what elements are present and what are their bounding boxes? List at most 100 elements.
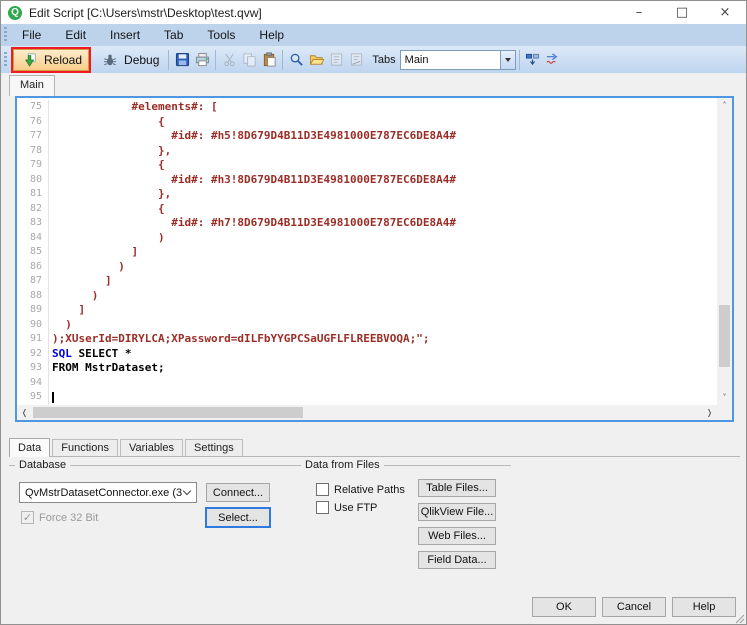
line-number: 80 (17, 173, 49, 188)
code-segment: #id#: #h3!8D679D4B11D3E4981000E787EC6DE8… (52, 173, 456, 186)
help-button-label: Help (693, 601, 716, 613)
code-line: 82 { (17, 202, 717, 217)
code-line: 85 ] (17, 245, 717, 260)
open-file-icon[interactable] (306, 50, 326, 70)
connect-button[interactable]: Connect... (206, 483, 270, 502)
copy-icon (239, 50, 259, 70)
code-text: { (49, 115, 165, 130)
connector-combobox[interactable]: QvMstrDatasetConnector.exe (3 (19, 482, 197, 503)
close-button[interactable]: × (718, 5, 732, 20)
tab-functions[interactable]: Functions (52, 439, 118, 456)
menu-insert[interactable]: Insert (98, 25, 152, 45)
maximize-button[interactable]: □ (675, 5, 689, 20)
file-buttons-column: Table Files... QlikView File... Web Files.… (418, 479, 496, 569)
code-line: 89 ] (17, 303, 717, 318)
code-segment: { (52, 202, 165, 215)
cancel-button-label: Cancel (617, 601, 651, 613)
line-number: 94 (17, 376, 49, 391)
help-button[interactable]: Help (672, 597, 736, 617)
tab-selector-combobox[interactable]: Main (400, 50, 516, 70)
debug-button[interactable]: Debug (94, 49, 165, 71)
uncomment-icon (346, 50, 366, 70)
horizontal-scrollbar[interactable]: ❬ ❭ (17, 405, 717, 420)
code-line: 94 (17, 376, 717, 391)
tab-settings[interactable]: Settings (185, 439, 243, 456)
menu-file[interactable]: File (10, 25, 53, 45)
footer-buttons: OK Cancel Help (532, 597, 736, 617)
code-line: 92SQL SELECT * (17, 347, 717, 362)
select-button-label: Select... (218, 512, 258, 524)
move-tab-icon[interactable] (543, 50, 563, 70)
force-32-bit-checkbox: ✓ Force 32 Bit (21, 511, 98, 524)
web-files-button[interactable]: Web Files... (418, 527, 496, 545)
line-number: 91 (17, 332, 49, 347)
insert-tab-icon[interactable] (523, 50, 543, 70)
find-icon[interactable] (286, 50, 306, 70)
line-number: 78 (17, 144, 49, 159)
vertical-scroll-thumb[interactable] (719, 305, 730, 367)
code-segment: ] (52, 303, 85, 316)
menu-help[interactable]: Help (247, 25, 296, 45)
menu-tools[interactable]: Tools (195, 25, 247, 45)
code-line: 91);XUserId=DIRYLCA;XPassword=dILFbYYGPC… (17, 332, 717, 347)
line-number: 82 (17, 202, 49, 217)
script-editor[interactable]: 75 #elements#: [76 {77 #id#: #h5!8D679D4… (15, 96, 734, 422)
scroll-down-icon[interactable]: ˅ (717, 390, 732, 405)
line-number: 89 (17, 303, 49, 318)
code-segment: #elements#: [ (52, 100, 218, 113)
table-files-button[interactable]: Table Files... (418, 479, 496, 497)
line-number: 87 (17, 274, 49, 289)
code-text: }, (49, 144, 171, 159)
code-text: FROM MstrDataset; (49, 361, 165, 376)
code-segment: #id#: #h5!8D679D4B11D3E4981000E787EC6DE8… (52, 129, 456, 142)
menu-tab[interactable]: Tab (152, 25, 195, 45)
toolbar: Reload Debug (1, 46, 746, 73)
tab-data[interactable]: Data (9, 438, 50, 457)
paste-icon[interactable] (259, 50, 279, 70)
toolbar-separator (215, 50, 216, 70)
bottom-tab-strip: DataFunctionsVariablesSettings (9, 438, 740, 457)
print-icon[interactable] (192, 50, 212, 70)
ok-button-label: OK (556, 601, 572, 613)
qlikview-logo-icon: Q (8, 6, 22, 20)
code-line: 87 ] (17, 274, 717, 289)
save-icon[interactable] (172, 50, 192, 70)
ok-button[interactable]: OK (532, 597, 596, 617)
code-segment: ) (52, 318, 72, 331)
code-area[interactable]: 75 #elements#: [76 {77 #id#: #h5!8D679D4… (17, 98, 717, 405)
menubar-grip-handle[interactable] (4, 27, 7, 43)
scroll-up-icon[interactable]: ˄ (717, 98, 732, 113)
combobox-dropdown-button[interactable] (500, 51, 515, 69)
vertical-scrollbar[interactable]: ˄ ˅ (717, 98, 732, 405)
select-button[interactable]: Select... (205, 507, 271, 528)
cancel-button[interactable]: Cancel (602, 597, 666, 617)
scroll-right-icon[interactable]: ❭ (702, 405, 717, 420)
code-segment: }, (52, 187, 171, 200)
field-data-button[interactable]: Field Data... (418, 551, 496, 569)
line-number: 95 (17, 390, 49, 405)
reload-button[interactable]: Reload (13, 49, 89, 71)
code-line: 77 #id#: #h5!8D679D4B11D3E4981000E787EC6… (17, 129, 717, 144)
tab-variables[interactable]: Variables (120, 439, 183, 456)
qlikview-file-button[interactable]: QlikView File... (418, 503, 496, 521)
scroll-left-icon[interactable]: ❬ (17, 405, 32, 420)
debug-label: Debug (124, 53, 159, 67)
line-number: 81 (17, 187, 49, 202)
tabs-label: Tabs (372, 54, 395, 66)
line-number: 76 (17, 115, 49, 130)
minimize-button[interactable]: – (632, 5, 646, 20)
resize-grip-handle[interactable] (733, 611, 745, 623)
toolbar-grip-handle[interactable] (4, 52, 7, 68)
menu-edit[interactable]: Edit (53, 25, 98, 45)
code-line: 76 { (17, 115, 717, 130)
relative-paths-checkbox[interactable]: Relative Paths (316, 483, 405, 496)
use-ftp-checkbox[interactable]: Use FTP (316, 501, 377, 514)
code-text: #id#: #h3!8D679D4B11D3E4981000E787EC6DE8… (49, 173, 456, 188)
script-tab-main[interactable]: Main (9, 75, 55, 96)
horizontal-scroll-thumb[interactable] (33, 407, 303, 418)
code-segment: SELECT * (72, 347, 132, 360)
debug-icon (100, 50, 120, 70)
chevron-down-icon (505, 58, 511, 62)
window-title: Edit Script [C:\Users\mstr\Desktop\test.… (29, 6, 262, 20)
code-line: 80 #id#: #h3!8D679D4B11D3E4981000E787EC6… (17, 173, 717, 188)
